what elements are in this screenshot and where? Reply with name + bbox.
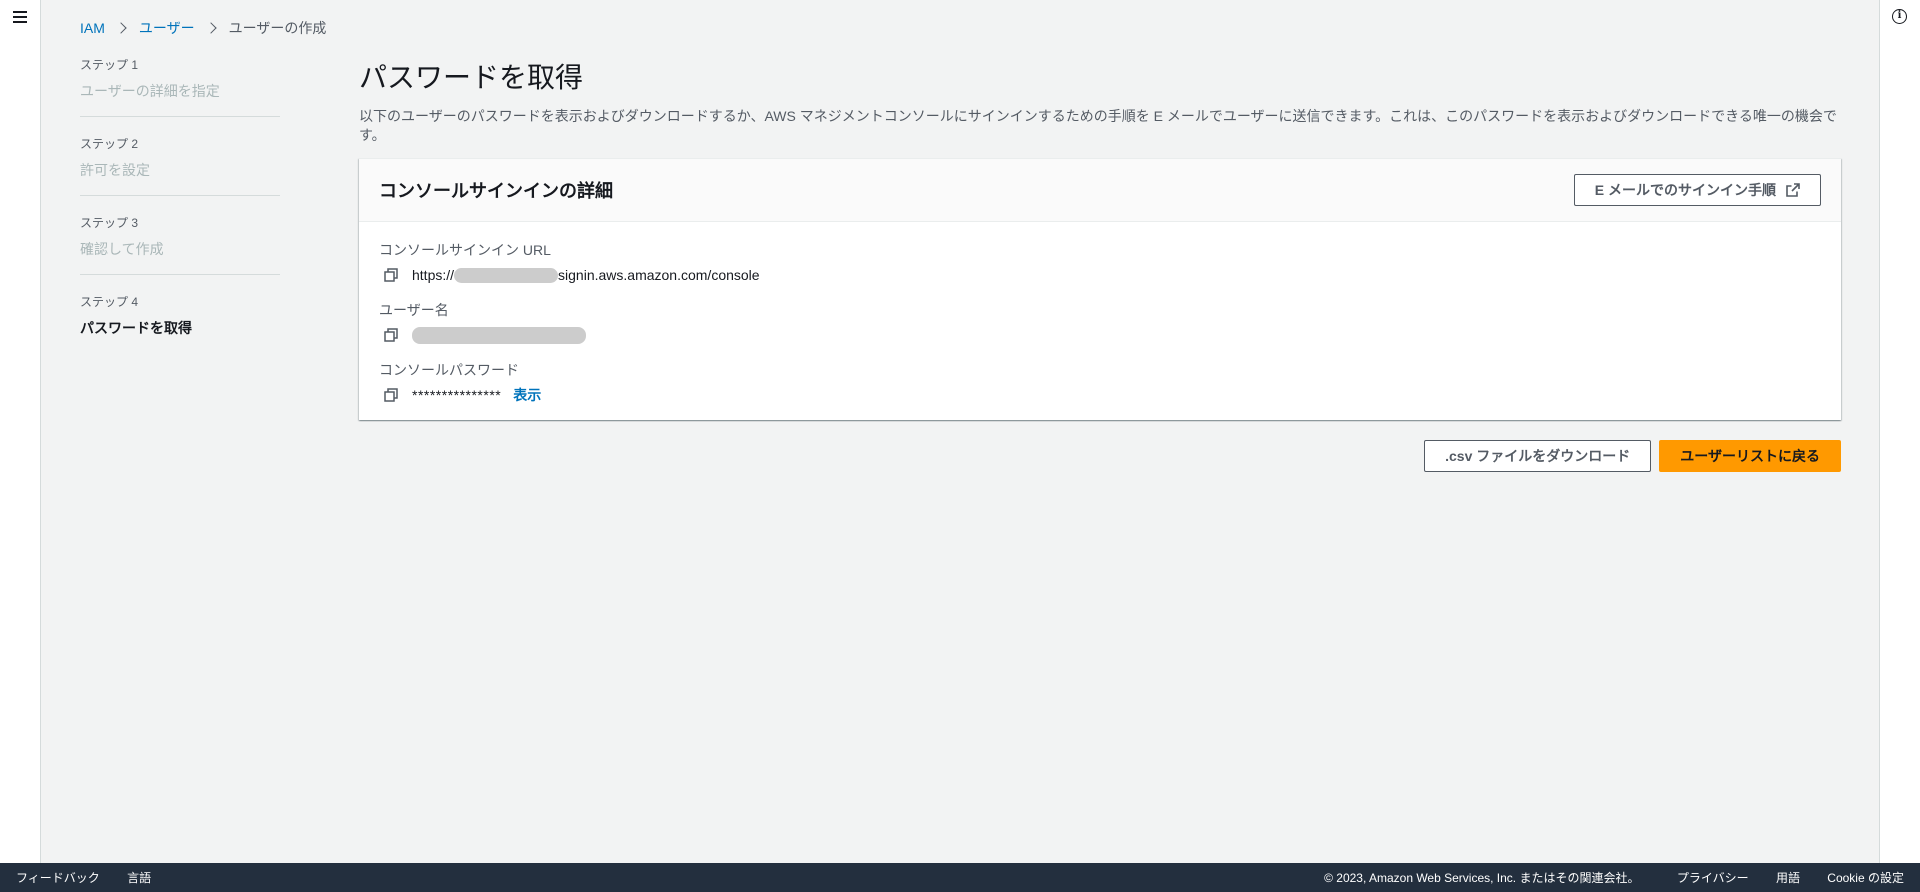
main-content: パスワードを取得 以下のユーザーのパスワードを表示およびダウンロードするか、AW… xyxy=(359,56,1841,472)
redacted-username xyxy=(412,326,586,344)
password-label: コンソールパスワード xyxy=(379,362,519,378)
step-title: 確認して作成 xyxy=(80,241,164,257)
panel-header: コンソールサインインの詳細 E メールでのサインイン手順 xyxy=(359,159,1841,222)
breadcrumb: IAM ユーザー ユーザーの作成 xyxy=(80,18,326,38)
show-password-link[interactable]: 表示 xyxy=(513,385,541,405)
signin-url-prefix: https:// xyxy=(412,267,455,283)
wizard-steps: ステップ 1 ユーザーの詳細を指定 ステップ 2 許可を設定 ステップ 3 確認… xyxy=(80,56,280,371)
copy-icon[interactable] xyxy=(382,386,400,404)
step-label: ステップ 2 xyxy=(80,137,139,151)
cookie-settings-link[interactable]: Cookie の設定 xyxy=(1827,871,1904,885)
step-label: ステップ 3 xyxy=(80,216,139,230)
username-label: ユーザー名 xyxy=(379,302,449,318)
panel-body: コンソールサインイン URL https:// signin.aws.amazo… xyxy=(359,222,1841,420)
password-value: *************** 表示 xyxy=(379,386,1821,404)
breadcrumb-iam-link[interactable]: IAM xyxy=(80,20,105,36)
download-csv-button[interactable]: .csv ファイルをダウンロード xyxy=(1424,440,1652,472)
page-title: パスワードを取得 xyxy=(359,62,584,93)
back-to-user-list-button[interactable]: ユーザーリストに戻る xyxy=(1659,440,1841,472)
copyright-text: © 2023, Amazon Web Services, Inc. またはその関… xyxy=(1324,871,1640,885)
chevron-right-icon xyxy=(204,22,217,34)
panel-title: コンソールサインインの詳細 xyxy=(379,181,613,201)
info-icon[interactable]: i xyxy=(1892,9,1907,24)
wizard-step-1: ステップ 1 ユーザーの詳細を指定 xyxy=(80,56,280,117)
step-title: ユーザーの詳細を指定 xyxy=(80,83,220,99)
right-tools-rail: i xyxy=(1879,0,1920,863)
copy-icon[interactable] xyxy=(382,326,400,344)
action-bar: .csv ファイルをダウンロード ユーザーリストに戻る xyxy=(359,440,1841,472)
redacted-account-id xyxy=(454,267,559,283)
signin-url-suffix: signin.aws.amazon.com/console xyxy=(558,267,760,283)
signin-url-label: コンソールサインイン URL xyxy=(379,242,551,258)
wizard-step-3: ステップ 3 確認して作成 xyxy=(80,214,280,275)
external-link-icon xyxy=(1786,183,1800,197)
privacy-link[interactable]: プライバシー xyxy=(1677,871,1749,885)
signin-url-field: コンソールサインイン URL https:// signin.aws.amazo… xyxy=(379,240,1821,284)
username-value xyxy=(379,326,1821,344)
terms-link[interactable]: 用語 xyxy=(1776,871,1800,885)
hamburger-menu-icon[interactable] xyxy=(11,8,29,24)
page-description: 以下のユーザーのパスワードを表示およびダウンロードするか、AWS マネジメントコ… xyxy=(359,108,1837,143)
breadcrumb-current: ユーザーの作成 xyxy=(228,20,327,36)
wizard-step-4: ステップ 4 パスワードを取得 xyxy=(80,293,280,353)
footer: フィードバック 言語 © 2023, Amazon Web Services, … xyxy=(0,863,1920,892)
chevron-right-icon xyxy=(115,22,127,34)
feedback-link[interactable]: フィードバック xyxy=(16,871,100,885)
username-field: ユーザー名 xyxy=(379,300,1821,344)
email-button-label: E メールでのサインイン手順 xyxy=(1594,182,1776,198)
copy-icon[interactable] xyxy=(382,266,400,284)
step-label: ステップ 4 xyxy=(80,295,139,309)
console-signin-panel: コンソールサインインの詳細 E メールでのサインイン手順 コンソールサインイン … xyxy=(359,158,1841,420)
footer-left: フィードバック 言語 xyxy=(16,869,175,886)
step-label: ステップ 1 xyxy=(80,58,139,72)
signin-url-value: https:// signin.aws.amazon.com/console xyxy=(379,266,1821,284)
email-signin-instructions-button[interactable]: E メールでのサインイン手順 xyxy=(1573,174,1821,206)
step-title: 許可を設定 xyxy=(80,162,150,178)
wizard-step-2: ステップ 2 許可を設定 xyxy=(80,135,280,196)
password-mask: *************** xyxy=(412,387,502,403)
step-title: パスワードを取得 xyxy=(80,320,192,336)
left-nav-rail xyxy=(0,0,41,863)
footer-right: © 2023, Amazon Web Services, Inc. またはその関… xyxy=(1324,869,1904,886)
password-field: コンソールパスワード *************** 表示 xyxy=(379,360,1821,404)
language-link[interactable]: 言語 xyxy=(127,871,151,885)
breadcrumb-users-link[interactable]: ユーザー xyxy=(139,18,195,38)
